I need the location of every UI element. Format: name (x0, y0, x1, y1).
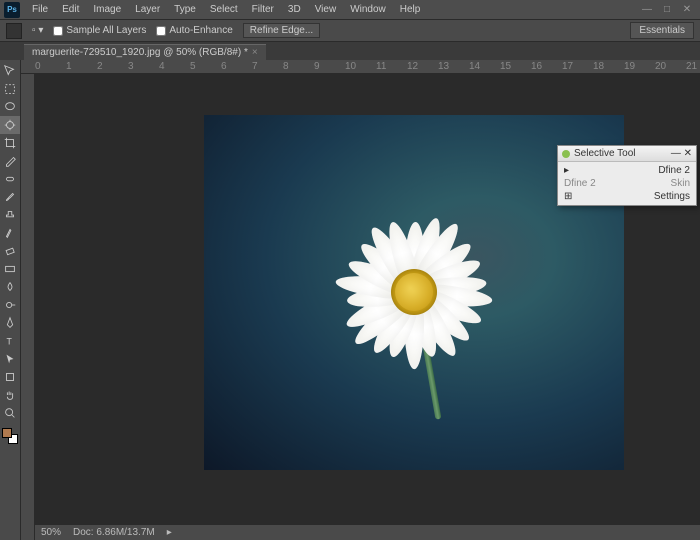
crop-tool-icon[interactable] (0, 134, 20, 152)
status-expand-icon[interactable]: ▸ (167, 527, 172, 538)
svg-text:T: T (7, 337, 13, 347)
color-swatch-pair[interactable] (0, 426, 20, 446)
menu-image[interactable]: Image (87, 2, 127, 17)
marquee-tool-icon[interactable] (0, 80, 20, 98)
main-menu: File Edit Image Layer Type Select Filter… (26, 2, 426, 17)
tab-close-icon[interactable]: × (252, 47, 258, 58)
size-icon[interactable]: ▫ ▾ (32, 25, 43, 36)
float-window-titlebar[interactable]: Selective Tool — ✕ (558, 146, 696, 162)
menu-3d[interactable]: 3D (282, 2, 307, 17)
auto-enhance-checkbox[interactable]: Auto-Enhance (156, 25, 232, 36)
close-icon[interactable]: ✕ (678, 3, 696, 17)
path-select-tool-icon[interactable] (0, 350, 20, 368)
minimize-icon[interactable]: — (638, 3, 656, 17)
zoom-tool-icon[interactable] (0, 404, 20, 422)
menu-edit[interactable]: Edit (56, 2, 85, 17)
menu-window[interactable]: Window (344, 2, 392, 17)
document-tab-title: marguerite-729510_1920.jpg @ 50% (RGB/8#… (32, 47, 248, 58)
sample-all-label: Sample All Layers (66, 25, 146, 36)
menu-file[interactable]: File (26, 2, 54, 17)
move-tool-icon[interactable] (0, 62, 20, 80)
document-info[interactable]: Doc: 6.86M/13.7M (73, 527, 155, 538)
document-tab[interactable]: marguerite-729510_1920.jpg @ 50% (RGB/8#… (24, 44, 266, 60)
menu-bar: Ps File Edit Image Layer Type Select Fil… (0, 0, 700, 20)
refine-edge-button[interactable]: Refine Edge... (243, 23, 320, 38)
toolbox: T (0, 60, 21, 540)
app-logo: Ps (4, 2, 20, 18)
document-tabs: marguerite-729510_1920.jpg @ 50% (RGB/8#… (0, 42, 700, 60)
eraser-tool-icon[interactable] (0, 242, 20, 260)
sample-all-layers-checkbox[interactable]: Sample All Layers (53, 25, 146, 36)
foreground-color-swatch[interactable] (2, 428, 12, 438)
menu-select[interactable]: Select (204, 2, 244, 17)
zoom-value[interactable]: 50% (41, 527, 61, 538)
float-window-body: ▸ Dfine 2 Dfine 2Skin ⊞ Settings (558, 162, 696, 205)
menu-filter[interactable]: Filter (246, 2, 280, 17)
menu-help[interactable]: Help (394, 2, 427, 17)
maximize-icon[interactable]: □ (658, 3, 676, 17)
eyedropper-tool-icon[interactable] (0, 152, 20, 170)
float-row-1[interactable]: ▸ Dfine 2 (562, 164, 692, 177)
menu-layer[interactable]: Layer (129, 2, 166, 17)
history-brush-icon[interactable] (0, 224, 20, 242)
selective-tool-window[interactable]: Selective Tool — ✕ ▸ Dfine 2 Dfine 2Skin… (557, 145, 697, 206)
status-bar: 50% Doc: 6.86M/13.7M ▸ (35, 524, 700, 540)
float-row-2[interactable]: Dfine 2Skin (562, 177, 692, 190)
float-window-title: Selective Tool (574, 148, 636, 159)
type-tool-icon[interactable]: T (0, 332, 20, 350)
healing-tool-icon[interactable] (0, 170, 20, 188)
gradient-tool-icon[interactable] (0, 260, 20, 278)
canvas-area: 0123456789101112131415161718192021222324… (21, 60, 700, 540)
plugin-icon (562, 150, 570, 158)
menu-view[interactable]: View (309, 2, 343, 17)
stamp-tool-icon[interactable] (0, 206, 20, 224)
dodge-tool-icon[interactable] (0, 296, 20, 314)
current-tool-icon[interactable] (6, 23, 22, 39)
menu-type[interactable]: Type (168, 2, 202, 17)
brush-tool-icon[interactable] (0, 188, 20, 206)
window-controls: — □ ✕ (638, 3, 696, 17)
float-row-3[interactable]: ⊞ Settings (562, 190, 692, 203)
workspace-switcher[interactable]: Essentials (630, 22, 694, 39)
blur-tool-icon[interactable] (0, 278, 20, 296)
pen-tool-icon[interactable] (0, 314, 20, 332)
shape-tool-icon[interactable] (0, 368, 20, 386)
hand-tool-icon[interactable] (0, 386, 20, 404)
quick-select-tool-icon[interactable] (0, 116, 20, 134)
options-bar: ▫ ▾ Sample All Layers Auto-Enhance Refin… (0, 20, 700, 42)
auto-enhance-label: Auto-Enhance (169, 25, 232, 36)
horizontal-ruler[interactable]: 0123456789101112131415161718192021222324 (21, 60, 700, 74)
lasso-tool-icon[interactable] (0, 98, 20, 116)
